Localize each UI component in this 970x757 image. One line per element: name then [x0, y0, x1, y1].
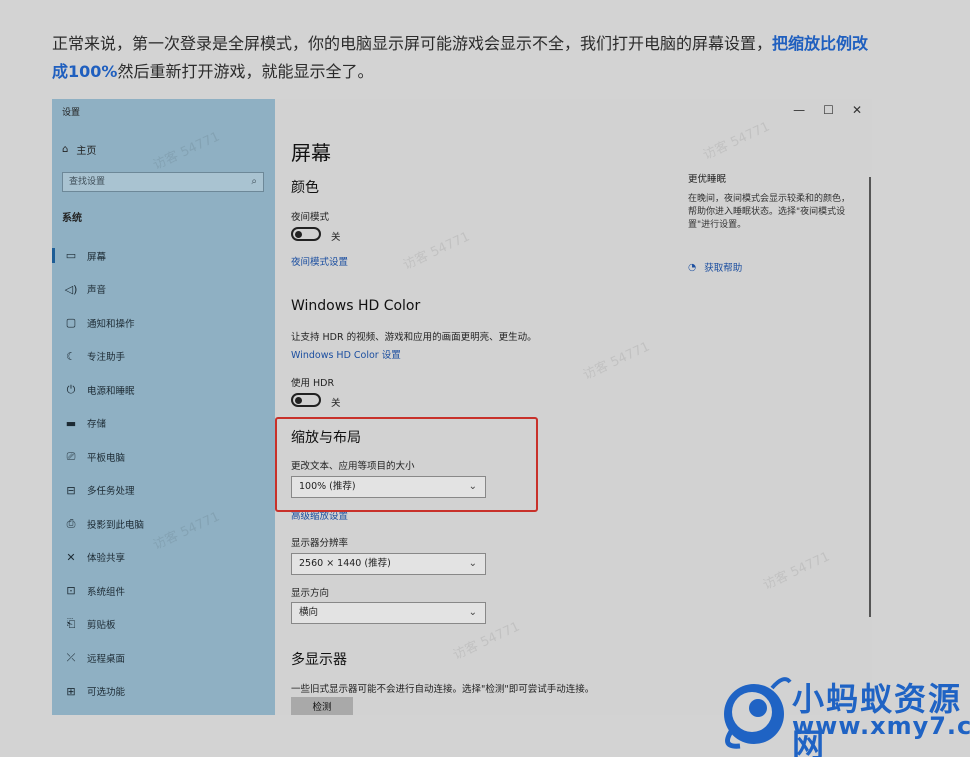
orientation-value: 横向	[299, 607, 319, 618]
highlight-box	[275, 417, 538, 512]
main-content: 屏幕 颜色 夜间模式 关 夜间模式设置 Windows HD Color 让支持…	[291, 99, 691, 715]
related-panel: 更优睡眠 在晚间，夜间模式会显示较柔和的颜色，帮助你进入睡眠状态。选择"夜间模式…	[688, 171, 858, 274]
orientation-label: 显示方向	[291, 588, 330, 599]
sidebar-item-label: 专注助手	[87, 352, 126, 364]
related-body: 在晚间，夜间模式会显示较柔和的颜色，帮助你进入睡眠状态。选择"夜间模式设置"进行…	[688, 194, 851, 230]
window-controls: — ☐ ✕	[793, 103, 862, 117]
night-mode-label: 夜间模式	[291, 212, 330, 223]
sidebar-item-label: 投影到此电脑	[87, 519, 145, 531]
sidebar-item[interactable]: ⤫ 远程桌面	[52, 641, 275, 675]
sidebar-item-label: 声音	[87, 285, 107, 297]
multi-display-description: 一些旧式显示器可能不会进行自动连接。选择"检测"即可尝试手动连接。	[291, 684, 595, 695]
tablet-icon: ⎚	[66, 449, 76, 463]
resolution-value: 2560 × 1440 (推荐)	[299, 558, 391, 569]
clipboard-icon: ⎗	[66, 617, 76, 631]
use-hdr-toggle[interactable]	[291, 393, 321, 407]
sidebar-item-label: 体验共享	[87, 553, 126, 565]
multitask-icon: ⊟	[66, 483, 76, 497]
sidebar-item-label: 电源和睡眠	[87, 385, 135, 397]
color-heading: 颜色	[291, 180, 319, 196]
sidebar-item[interactable]: ☾ 专注助手	[52, 340, 275, 374]
logo-url: www.xmy7.com	[792, 712, 970, 740]
monitor-icon: ▭	[65, 249, 77, 263]
sidebar-item[interactable]: ⊡ 系统组件	[52, 574, 275, 608]
night-mode-toggle[interactable]	[291, 227, 321, 241]
chevron-down-icon: ⌄	[468, 607, 477, 618]
sidebar-item[interactable]: ⊟ 多任务处理	[52, 474, 275, 508]
remote-icon: ⤫	[66, 650, 76, 664]
search-icon: ⌕	[251, 176, 257, 187]
sidebar-item-label: 通知和操作	[87, 318, 135, 330]
help-chat-icon: ◔	[688, 261, 697, 273]
sidebar-item[interactable]: ▬ 存储	[52, 407, 275, 441]
home-label: 主页	[76, 146, 97, 157]
sidebar-item-label: 远程桌面	[87, 653, 126, 665]
sidebar-item[interactable]: ⎗ 剪贴板	[52, 608, 275, 642]
orientation-dropdown[interactable]: 横向 ⌄	[291, 602, 486, 624]
search-input[interactable]: 查找设置 ⌕	[62, 172, 264, 192]
settings-window: 设置 ⌂ 主页 查找设置 ⌕ 系统 ▭ 屏幕 ◁) 声音 ▢ 通知和操作 ☾ 专注助手 ⏻ 电源和…	[52, 99, 872, 715]
page-title: 屏幕	[291, 141, 331, 165]
sidebar-item[interactable]: ▭ 屏幕	[52, 239, 275, 273]
sidebar-item[interactable]: ⏻ 电源和睡眠	[52, 373, 275, 407]
sidebar-item[interactable]: ◁) 声音	[52, 273, 275, 307]
minimize-icon[interactable]: —	[793, 103, 805, 117]
related-title: 更优睡眠	[688, 174, 727, 185]
hdr-description: 让支持 HDR 的视频、游戏和应用的画面更明亮、更生动。	[291, 332, 537, 343]
sidebar-item[interactable]: ⎚ 平板电脑	[52, 440, 275, 474]
close-icon[interactable]: ✕	[852, 103, 862, 117]
sidebar: 设置 ⌂ 主页 查找设置 ⌕ 系统 ▭ 屏幕 ◁) 声音 ▢ 通知和操作 ☾ 专注助手 ⏻ 电源和…	[52, 99, 275, 715]
scrollbar[interactable]	[869, 177, 871, 617]
sidebar-item[interactable]: ⊞ 可选功能	[52, 675, 275, 709]
sidebar-item-label: 多任务处理	[87, 486, 135, 498]
home-icon: ⌂	[62, 144, 69, 155]
article-paragraph: 正常来说，第一次登录是全屏模式，你的电脑显示屏可能游戏会显示不全，我们打开电脑的…	[52, 30, 882, 86]
moon-icon: ☾	[66, 349, 76, 363]
search-placeholder: 查找设置	[69, 177, 106, 187]
sidebar-item-label: 可选功能	[87, 687, 126, 699]
sidebar-item-label: 剪贴板	[87, 620, 116, 632]
section-label: 系统	[62, 213, 82, 224]
multi-display-heading: 多显示器	[291, 652, 347, 668]
project-icon: ⎙	[66, 516, 76, 530]
hdr-heading: Windows HD Color	[291, 298, 421, 314]
sidebar-item-label: 系统组件	[87, 586, 126, 598]
power-icon: ⏻	[66, 382, 76, 396]
sidebar-item-label: 平板电脑	[87, 452, 126, 464]
window-title: 设置	[62, 108, 81, 118]
night-mode-settings-link[interactable]: 夜间模式设置	[291, 254, 348, 268]
optional-features-icon: ⊞	[66, 684, 76, 698]
storage-icon: ▬	[65, 416, 77, 430]
notification-icon: ▢	[65, 316, 77, 330]
share-icon: ✕	[66, 550, 76, 564]
use-hdr-state: 关	[331, 398, 341, 409]
resolution-dropdown[interactable]: 2560 × 1440 (推荐) ⌄	[291, 553, 486, 575]
resolution-label: 显示器分辨率	[291, 538, 349, 549]
sidebar-item-label: 存储	[87, 419, 107, 431]
sidebar-home[interactable]: ⌂ 主页	[62, 142, 96, 157]
article-text-end: 然后重新打开游戏，就能显示全了。	[117, 62, 374, 81]
chevron-down-icon: ⌄	[468, 558, 477, 569]
article-text: 正常来说，第一次登录是全屏模式，你的电脑显示屏可能游戏会显示不全，我们打开电脑的…	[52, 34, 773, 53]
speaker-icon: ◁)	[64, 282, 78, 296]
detect-button[interactable]: 检测	[291, 697, 353, 715]
help-label: 获取帮助	[704, 263, 743, 274]
get-help-link[interactable]: ◔ 获取帮助	[688, 260, 858, 275]
sidebar-nav: ▭ 屏幕 ◁) 声音 ▢ 通知和操作 ☾ 专注助手 ⏻ 电源和睡眠 ▬ 存储 ⎚ 平板电脑 ⊟ 多任务处理 ⎙ 投…	[52, 239, 275, 708]
sidebar-item-label: 屏幕	[87, 251, 107, 263]
sidebar-item[interactable]: ▢ 通知和操作	[52, 306, 275, 340]
hdr-settings-link[interactable]: Windows HD Color 设置	[291, 347, 401, 361]
night-mode-state: 关	[331, 232, 341, 243]
components-icon: ⊡	[66, 584, 76, 598]
use-hdr-label: 使用 HDR	[291, 378, 335, 389]
maximize-icon[interactable]: ☐	[823, 103, 834, 117]
